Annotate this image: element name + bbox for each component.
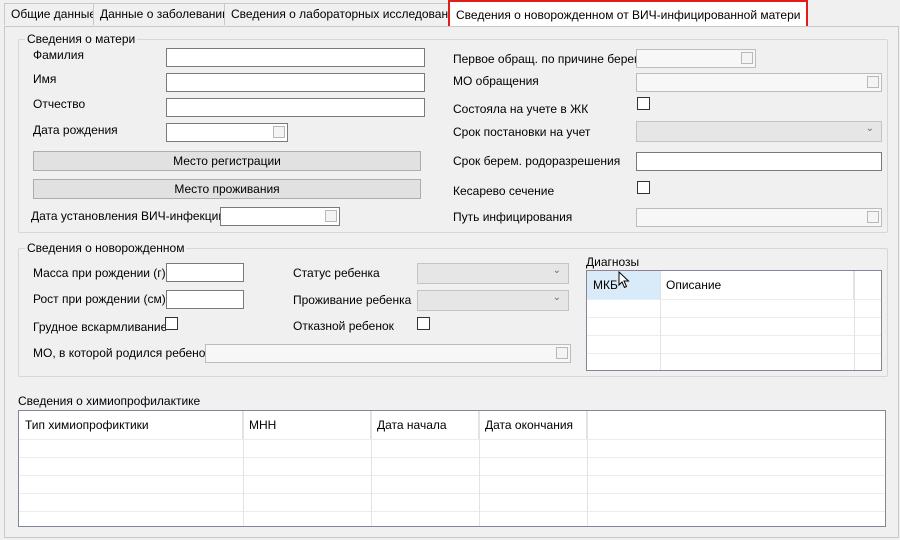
patronymic-label: Отчество [33,97,86,111]
birth-mo-field[interactable] [205,344,571,363]
registered-checkbox[interactable] [637,97,650,110]
calendar-icon[interactable] [325,210,337,222]
breastfeeding-checkbox[interactable] [165,317,178,330]
reg-term-label: Срок постановки на учет [453,125,591,139]
delivery-term-label: Срок берем. родоразрешения [453,154,621,168]
ellipsis-icon[interactable] [556,347,568,359]
mother-group-legend: Сведения о матери [27,32,136,46]
birth-mo-label: МО, в которой родился ребенок [33,346,211,360]
status-label: Статус ребенка [293,266,380,280]
tab-page-newborn: Сведения о матери Фамилия Имя Отчество Д… [4,26,899,538]
residence-button[interactable]: Место проживания [33,179,421,199]
hiv-date-label: Дата установления ВИЧ-инфекции [31,209,226,223]
abandoned-checkbox[interactable] [417,317,430,330]
height-label: Рост при рождении (см) [33,292,166,306]
chemo-col-inn[interactable]: МНН [243,411,371,439]
chemo-label: Сведения о химиопрофилактике [18,394,201,408]
newborn-group-legend: Сведения о новорожденном [27,241,185,255]
registered-label: Состояла на учете в ЖК [453,102,589,116]
living-combo[interactable]: ⌄ [417,290,569,311]
tab-general[interactable]: Общие данные [4,3,104,25]
chemo-col-type[interactable]: Тип химиопрофиктики [19,411,243,439]
cesarean-checkbox[interactable] [637,181,650,194]
height-input[interactable] [166,290,244,309]
chemo-col-end[interactable]: Дата окончания [479,411,587,439]
surname-input[interactable] [166,48,425,67]
status-combo[interactable]: ⌄ [417,263,569,284]
chevron-down-icon: ⌄ [552,265,561,276]
breastfeeding-label: Грудное вскармливание [33,320,168,334]
mo-visit-label: МО обращения [453,74,539,88]
infection-path-field[interactable] [636,208,882,227]
first-visit-picker[interactable] [636,49,756,68]
mouse-cursor-icon [618,271,630,289]
chemo-col-start[interactable]: Дата начала [371,411,479,439]
weight-input[interactable] [166,263,244,282]
tab-lab[interactable]: Сведения о лабораторных исследованиях [224,3,475,25]
patronymic-input[interactable] [166,98,425,117]
chevron-down-icon: ⌄ [865,123,874,134]
tab-disease[interactable]: Данные о заболевании [93,3,236,25]
living-label: Проживание ребенка [293,293,412,307]
reg-term-combo[interactable]: ⌄ [636,121,882,142]
delivery-term-input[interactable] [636,152,882,171]
chemo-grid[interactable]: Тип химиопрофиктики МНН Дата начала Дата… [18,410,886,527]
tab-strip: Общие данные Данные о заболевании Сведен… [0,0,900,31]
diagnoses-label: Диагнозы [586,255,640,269]
calendar-icon[interactable] [273,126,285,138]
cesarean-label: Кесарево сечение [453,184,555,198]
ellipsis-icon[interactable] [867,211,879,223]
hiv-date-picker[interactable] [220,207,340,226]
reg-place-button[interactable]: Место регистрации [33,151,421,171]
surname-label: Фамилия [33,48,84,62]
name-input[interactable] [166,73,425,92]
birthdate-picker[interactable] [166,123,288,142]
abandoned-label: Отказной ребенок [293,319,394,333]
weight-label: Масса при рождении (г) [33,266,166,280]
first-visit-label: Первое обращ. по причине берем. [453,52,646,66]
birthdate-label: Дата рождения [33,123,118,137]
mo-visit-field[interactable] [636,73,882,92]
calendar-icon[interactable] [741,52,753,64]
name-label: Имя [33,72,57,86]
chevron-down-icon: ⌄ [552,292,561,303]
infection-path-label: Путь инфицирования [453,210,573,224]
ellipsis-icon[interactable] [867,76,879,88]
diagnoses-col-description[interactable]: Описание [660,271,854,299]
